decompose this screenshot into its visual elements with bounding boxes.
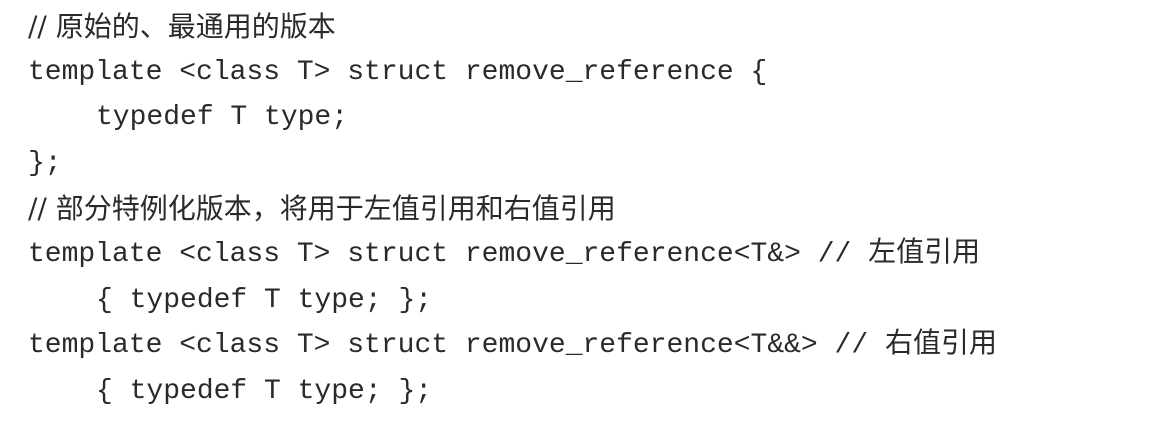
code-line: };: [28, 147, 62, 179]
code-line: template <class T> struct remove_referen…: [28, 238, 981, 270]
code-line: template <class T> struct remove_referen…: [28, 330, 997, 362]
code-line: template <class T> struct remove_referen…: [28, 56, 768, 88]
code-line: typedef T type;: [96, 102, 349, 134]
code-comment-line: // 部分特例化版本，将用于左值引用和右值引用: [28, 192, 616, 226]
code-comment-line: // 原始的、最通用的版本: [28, 10, 336, 43]
code-line: { typedef T type; };: [96, 284, 433, 316]
code-listing: // 原始的、最通用的版本 template <class T> struct …: [28, 4, 1158, 414]
code-line: { typedef T type; };: [96, 375, 433, 407]
